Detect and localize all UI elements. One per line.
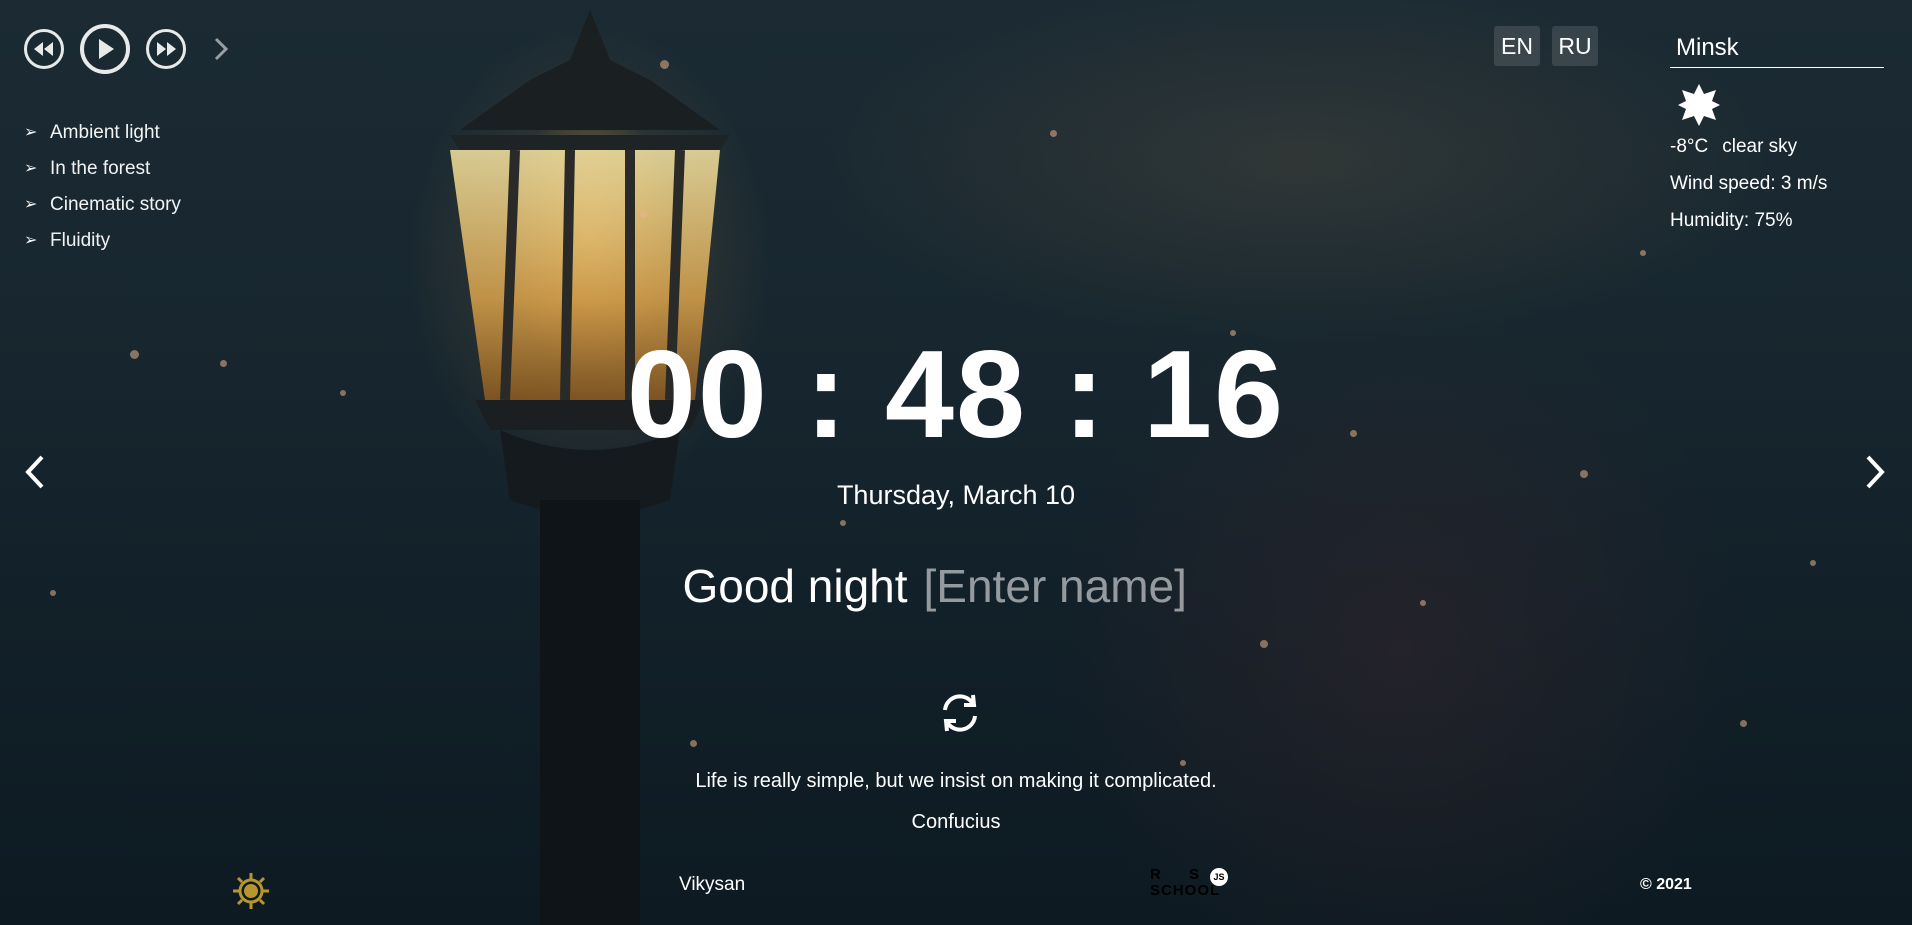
city-input[interactable] [1670,28,1884,68]
language-ru-button[interactable]: RU [1552,26,1598,66]
snowflake [1640,250,1646,256]
language-en-button[interactable]: EN [1494,26,1540,66]
playlist-item[interactable]: ➢ Ambient light [24,115,181,151]
snowflake [640,210,648,218]
play-icon[interactable] [80,24,130,74]
snowflake [1260,640,1268,648]
playlist-item-label: Fluidity [50,230,111,251]
arrow-right-icon: ➢ [24,196,38,213]
github-link[interactable]: Vikysan [679,874,745,896]
snowflake [690,740,697,747]
playlist-item[interactable]: ➢ Fluidity [24,223,181,259]
snowflake [1580,470,1588,478]
playlist: ➢ Ambient light ➢ In the forest ➢ Cinematic… [24,115,181,259]
language-switcher: EN RU [1494,26,1598,66]
rs-school-logo[interactable]: R S SCHOOL JS [1150,866,1240,902]
quote-text: Life is really simple, but we insist on … [695,770,1217,792]
weather-description: clear sky [1722,136,1798,157]
clear-sky-sun-icon [1676,82,1722,128]
refresh-quote-icon[interactable] [937,690,983,736]
date: Thursday, March 10 [836,480,1076,510]
snowflake [840,520,846,526]
snowflake [1050,130,1057,137]
quote-author: Confucius [911,811,1001,833]
snowflake [1740,720,1747,727]
snowflake [1180,760,1186,766]
audio-player [24,24,234,74]
greeting-container: Good night [0,557,1912,615]
weather-temperature-line: -8°C clear sky [1670,128,1884,165]
humidity: Humidity: 75% [1670,210,1793,231]
snowflake [660,60,669,69]
playlist-item[interactable]: ➢ In the forest [24,151,181,187]
weather-widget: -8°C clear sky Wind speed: 3 m/s Humidity… [1670,28,1884,239]
fast-forward-icon[interactable] [146,29,186,69]
playlist-item[interactable]: ➢ Cinematic story [24,187,181,223]
settings-gear-icon[interactable] [230,870,272,912]
copyright-year: © 2021 [1640,876,1692,893]
name-input[interactable] [923,557,1230,615]
greeting-text: Good night [682,560,908,612]
arrow-right-icon: ➢ [24,232,38,249]
wind-speed: Wind speed: 3 m/s [1670,173,1828,194]
rewind-icon[interactable] [24,29,64,69]
playlist-item-label: Cinematic story [50,194,181,215]
arrow-right-icon: ➢ [24,160,38,177]
playlist-item-label: Ambient light [50,122,160,143]
clock-time: 00 : 48 : 16 [626,326,1286,464]
arrow-right-icon: ➢ [24,124,38,141]
temperature: -8°C [1670,136,1709,157]
playlist-item-label: In the forest [50,158,151,179]
chevron-right-icon[interactable] [208,29,234,69]
